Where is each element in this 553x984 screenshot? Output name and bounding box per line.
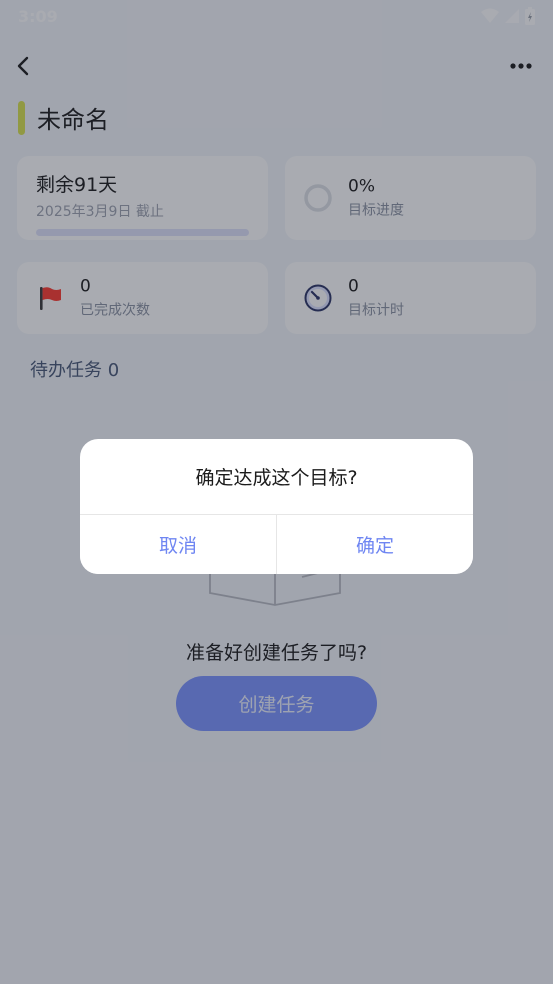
confirm-button[interactable]: 确定	[277, 515, 473, 574]
dialog-message: 确定达成这个目标?	[80, 439, 473, 515]
dialog-actions: 取消 确定	[80, 515, 473, 574]
cancel-button[interactable]: 取消	[80, 515, 277, 574]
confirm-dialog: 确定达成这个目标? 取消 确定	[80, 439, 473, 574]
